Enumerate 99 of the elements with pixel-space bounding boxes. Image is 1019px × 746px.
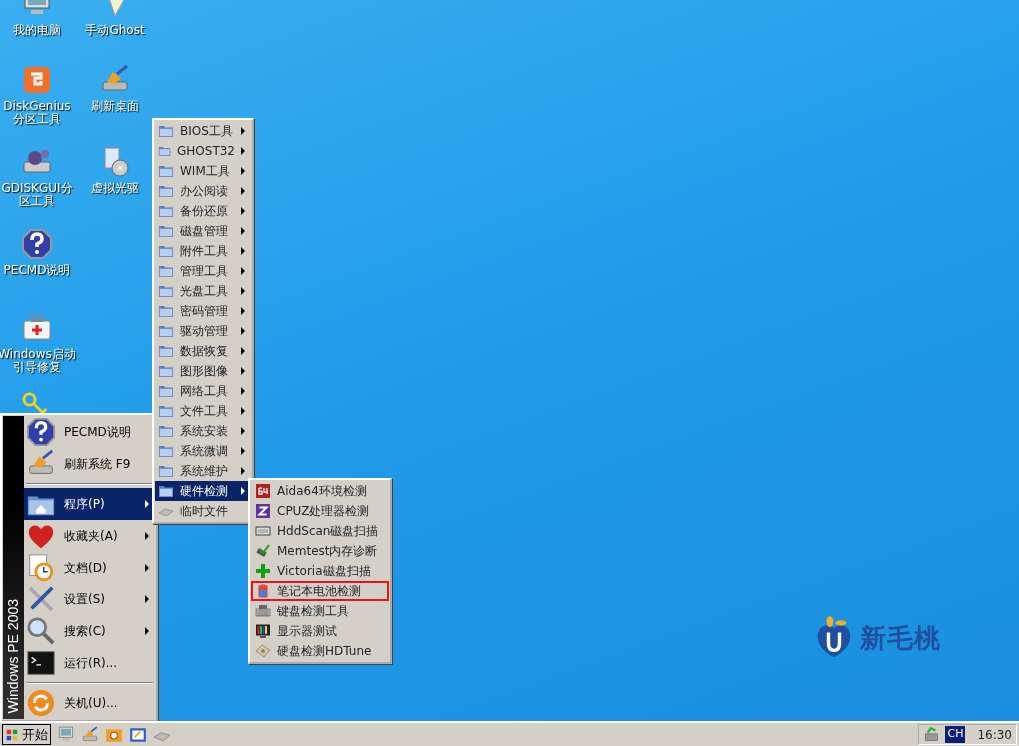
menu-item[interactable]: 办公阅读 bbox=[155, 181, 251, 201]
menu-item[interactable]: 系统维护 bbox=[155, 461, 251, 481]
folder-icon bbox=[158, 483, 174, 499]
menu-item[interactable]: 笔记本电池检测 bbox=[251, 581, 389, 601]
search-icon bbox=[26, 616, 56, 647]
clock: 16:30 bbox=[977, 726, 1012, 744]
menu-item[interactable]: HddScan磁盘扫描 bbox=[251, 521, 389, 541]
language-indicator[interactable]: CH bbox=[945, 726, 966, 743]
folder-icon bbox=[158, 363, 174, 379]
menu-item[interactable]: 管理工具 bbox=[155, 261, 251, 281]
submenu-arrow-icon bbox=[241, 407, 245, 415]
submenu-arrow-icon bbox=[241, 387, 245, 395]
start-menu-item[interactable]: 搜索(C) bbox=[24, 615, 155, 648]
folder-icon bbox=[158, 403, 174, 419]
square-64-icon bbox=[255, 483, 271, 499]
folder-icon bbox=[158, 163, 174, 179]
folder-icon bbox=[158, 463, 174, 479]
folder-icon bbox=[158, 303, 174, 319]
start-menu-item[interactable]: PECMD说明 bbox=[24, 416, 155, 448]
start-menu-item[interactable]: 收藏夹(A) bbox=[24, 519, 155, 552]
menu-item[interactable]: 备份还原 bbox=[155, 201, 251, 221]
clock-document-icon bbox=[26, 552, 56, 583]
start-button[interactable]: 开始 bbox=[2, 724, 51, 745]
menu-item[interactable]: Victoria磁盘扫描 bbox=[251, 561, 389, 581]
broom-drive-icon[interactable] bbox=[81, 725, 99, 744]
menu-item[interactable]: 附件工具 bbox=[155, 241, 251, 261]
menu-item[interactable]: 光盘工具 bbox=[155, 281, 251, 301]
menu-item[interactable]: 键盘检测工具 bbox=[251, 601, 389, 621]
menu-item[interactable]: 图形图像 bbox=[155, 361, 251, 381]
disk-partition-app-icon[interactable] bbox=[21, 64, 53, 96]
submenu-arrow-icon bbox=[145, 627, 149, 636]
folder-icon bbox=[158, 263, 174, 279]
menu-item[interactable]: 网络工具 bbox=[155, 381, 251, 401]
menu-item[interactable]: GHOST32 bbox=[155, 141, 251, 161]
folder-icon bbox=[158, 343, 174, 359]
folder-icon bbox=[158, 243, 174, 259]
menu-item[interactable]: 磁盘管理 bbox=[155, 221, 251, 241]
logo-text: 新毛桃 bbox=[860, 621, 941, 655]
folder-icon bbox=[158, 123, 174, 139]
submenu-arrow-icon bbox=[241, 287, 245, 295]
menu-item[interactable]: 临时文件 bbox=[155, 501, 251, 521]
submenu-arrow-icon bbox=[145, 531, 149, 540]
folder-icon bbox=[158, 443, 174, 459]
menu-item[interactable]: WIM工具 bbox=[155, 161, 251, 181]
folder-icon bbox=[158, 203, 174, 219]
menu-item[interactable]: 硬件检测 bbox=[155, 481, 251, 501]
submenu-arrow-icon bbox=[241, 327, 245, 335]
start-menu-item[interactable]: 运行(R)... bbox=[24, 647, 155, 680]
submenu-arrow-icon bbox=[241, 227, 245, 235]
menu-item[interactable]: BIOS工具 bbox=[155, 121, 251, 141]
menu-item[interactable]: 硬盘检测HDTune bbox=[251, 641, 389, 661]
submenu-arrow-icon bbox=[241, 247, 245, 255]
submenu-arrow-icon bbox=[241, 187, 245, 195]
help-icon[interactable] bbox=[21, 228, 53, 260]
menu-item[interactable]: 显示器测试 bbox=[251, 621, 389, 641]
submenu-arrow-icon bbox=[241, 147, 245, 155]
folder-icon bbox=[158, 383, 174, 399]
drive-icon bbox=[255, 523, 271, 539]
submenu-arrow-icon bbox=[241, 367, 245, 375]
menu-item[interactable]: 系统安装 bbox=[155, 421, 251, 441]
submenu-arrow-icon bbox=[241, 267, 245, 275]
chip-check-icon bbox=[255, 543, 271, 559]
start-menu-item[interactable]: 程序(P) bbox=[24, 487, 155, 520]
submenu-arrow-icon bbox=[241, 347, 245, 355]
menu-item[interactable]: 数据恢复 bbox=[155, 341, 251, 361]
menu-item[interactable]: 密码管理 bbox=[155, 301, 251, 321]
start-menu-item[interactable]: 关机(U)... bbox=[24, 687, 155, 719]
monitor-bars-icon bbox=[255, 623, 271, 639]
start-menu-item[interactable]: 设置(S) bbox=[24, 583, 155, 616]
banner-text: Windows PE 2003 bbox=[4, 598, 22, 713]
submenu-arrow-icon bbox=[241, 307, 245, 315]
plus-icon bbox=[255, 563, 271, 579]
menu-item[interactable]: Aida64环境检测 bbox=[251, 481, 389, 501]
folder-icon bbox=[158, 223, 174, 239]
folder-icon bbox=[158, 283, 174, 299]
square-z-icon bbox=[255, 503, 271, 519]
submenu-arrow-icon bbox=[145, 563, 149, 572]
submenu-arrow-icon bbox=[145, 595, 149, 604]
submenu-arrow-icon bbox=[241, 427, 245, 435]
grid-logo-icon bbox=[5, 727, 19, 742]
picture-icon[interactable] bbox=[129, 725, 147, 744]
submenu-arrow-icon bbox=[241, 167, 245, 175]
folder-icon bbox=[158, 183, 174, 199]
start-menu-item[interactable]: 文档(D) bbox=[24, 551, 155, 584]
submenu-arrow-icon bbox=[241, 447, 245, 455]
folder-icon bbox=[158, 323, 174, 339]
computer-icon[interactable] bbox=[57, 725, 75, 744]
folder-icon bbox=[158, 423, 174, 439]
battery-icon bbox=[255, 583, 271, 599]
menu-item[interactable]: Memtest内存诊断 bbox=[251, 541, 389, 561]
menu-item[interactable]: CPUZ处理器检测 bbox=[251, 501, 389, 521]
submenu-arrow-icon bbox=[241, 467, 245, 475]
menu-item[interactable]: 驱动管理 bbox=[155, 321, 251, 341]
submenu-arrow-icon bbox=[241, 207, 245, 215]
start-menu-item[interactable]: 刷新系统 F9 bbox=[24, 447, 155, 480]
menu-item[interactable]: 文件工具 bbox=[155, 401, 251, 421]
submenu-arrow-icon bbox=[241, 127, 245, 135]
help-icon bbox=[26, 416, 56, 447]
menu-item[interactable]: 系统微调 bbox=[155, 441, 251, 461]
